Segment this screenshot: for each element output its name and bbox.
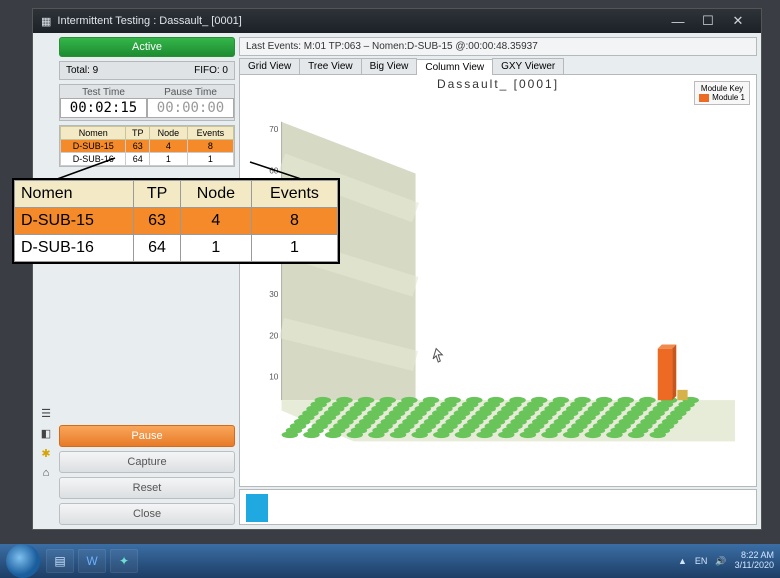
window-title: Intermittent Testing : Dassault_ [0001]: [57, 15, 241, 27]
tab-grid-view[interactable]: Grid View: [239, 58, 300, 74]
zoom-col-tp: TP: [134, 181, 180, 208]
events-table-mini: Nomen TP Node Events D-SUB-15 63 4 8 D-S…: [59, 125, 235, 167]
windows-taskbar[interactable]: ▤ W ✦ ▲ EN 🔊 8:22 AM 3/11/2020: [0, 544, 780, 578]
app-icon: ▦: [41, 15, 51, 28]
gear-icon[interactable]: ✱: [39, 447, 53, 461]
maximize-button[interactable]: ☐: [693, 13, 723, 29]
capture-button[interactable]: Capture: [59, 451, 235, 473]
tray-date[interactable]: 3/11/2020: [735, 561, 774, 571]
pause-time-value: 00:00:00: [147, 98, 234, 118]
zoomed-table-overlay: Nomen TP Node Events D-SUB-1563 48 D-SUB…: [12, 178, 340, 264]
tab-column-view[interactable]: Column View: [416, 59, 493, 75]
tray-flag-icon[interactable]: ▲: [678, 556, 687, 566]
svg-text:20: 20: [269, 331, 279, 340]
zoom-row: D-SUB-1563 48: [15, 208, 338, 235]
tray-sound-icon[interactable]: 🔊: [715, 556, 726, 567]
close-button[interactable]: Close: [59, 503, 235, 525]
view-tabs: Grid View Tree View Big View Column View…: [239, 58, 757, 75]
left-toolstrip: ☰ ◧ ✱ ⌂: [37, 37, 55, 525]
svg-text:60: 60: [269, 166, 279, 175]
legend-swatch: [699, 94, 709, 102]
zoom-col-node: Node: [180, 181, 251, 208]
chart-area[interactable]: Dassault_ [0001] Module Key Module 1 70 6…: [239, 75, 757, 487]
pause-button[interactable]: Pause: [59, 425, 235, 447]
tool-icon-3[interactable]: ⌂: [39, 467, 53, 481]
table-row[interactable]: D-SUB-16 64 1 1: [61, 153, 234, 166]
column-chart-3d: 7060 5040 3020 10: [240, 91, 756, 462]
status-badge: Active: [59, 37, 235, 57]
time-panel: Test Time 00:02:15 Pause Time 00:00:00: [59, 84, 235, 121]
taskbar-icon-app[interactable]: ✦: [110, 549, 138, 573]
left-panel: Active Total: 9 FIFO: 0 Test Time 00:02:…: [59, 37, 235, 525]
tool-icon-1[interactable]: ☰: [39, 407, 53, 421]
thumbnail-strip[interactable]: [239, 489, 757, 525]
taskbar-icon-word[interactable]: W: [78, 549, 106, 573]
reset-button[interactable]: Reset: [59, 477, 235, 499]
chart-title: Dassault_ [0001]: [240, 75, 756, 91]
total-count: Total: 9: [60, 62, 147, 79]
zoom-col-events: Events: [251, 181, 337, 208]
titlebar: ▦ Intermittent Testing : Dassault_ [0001…: [33, 9, 761, 33]
col-tp[interactable]: TP: [126, 127, 150, 140]
app-window: ▦ Intermittent Testing : Dassault_ [0001…: [32, 8, 762, 530]
fifo-count: FIFO: 0: [147, 62, 234, 79]
taskbar-icon-explorer[interactable]: ▤: [46, 549, 74, 573]
close-window-button[interactable]: ✕: [723, 13, 753, 29]
totals-panel: Total: 9 FIFO: 0: [59, 61, 235, 80]
tab-tree-view[interactable]: Tree View: [299, 58, 361, 74]
tab-gxy-viewer[interactable]: GXY Viewer: [492, 58, 564, 74]
thumbnail-bar: [246, 494, 268, 522]
pause-time-label: Pause Time: [147, 87, 234, 98]
tool-icon-2[interactable]: ◧: [39, 427, 53, 441]
minimize-button[interactable]: —: [663, 14, 693, 29]
last-events-bar: Last Events: M:01 TP:063 – Nomen:D-SUB-1…: [239, 37, 757, 56]
start-button[interactable]: [6, 544, 40, 578]
svg-text:30: 30: [269, 290, 279, 299]
test-time-label: Test Time: [60, 87, 147, 98]
tray-lang[interactable]: EN: [695, 556, 708, 566]
col-events[interactable]: Events: [187, 127, 233, 140]
col-node[interactable]: Node: [149, 127, 187, 140]
col-nomen[interactable]: Nomen: [61, 127, 126, 140]
right-panel: Last Events: M:01 TP:063 – Nomen:D-SUB-1…: [239, 37, 757, 525]
chart-legend: Module Key Module 1: [694, 81, 750, 105]
test-time-value: 00:02:15: [60, 98, 147, 118]
table-row[interactable]: D-SUB-15 63 4 8: [61, 140, 234, 153]
system-tray[interactable]: ▲ EN 🔊 8:22 AM 3/11/2020: [678, 551, 774, 571]
zoom-row: D-SUB-1664 11: [15, 235, 338, 262]
svg-text:10: 10: [269, 373, 279, 382]
zoom-col-nomen: Nomen: [15, 181, 134, 208]
tab-big-view[interactable]: Big View: [361, 58, 418, 74]
svg-text:70: 70: [269, 125, 279, 134]
